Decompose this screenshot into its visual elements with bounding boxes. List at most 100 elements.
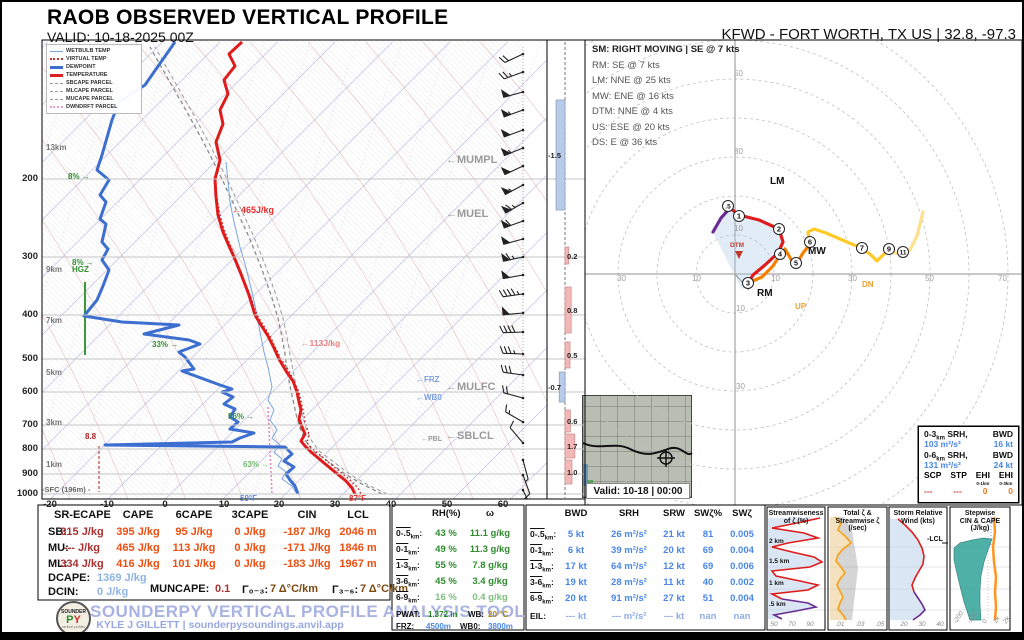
footer-brand: SOUNDERPY VERTICAL PROFILE ANALYSIS TOOL (90, 602, 350, 622)
hodo-ring-label: 50 (925, 274, 934, 283)
shear-cell: 51 (684, 593, 732, 604)
omega-value: -1.5 (535, 151, 561, 160)
shear-cell: 5 kt (552, 529, 600, 540)
thermo-cell: 416 J/kg (110, 558, 166, 570)
panel-xtick: 2k (1002, 621, 1018, 628)
eil-cell: nan (718, 611, 766, 622)
shear-cell: 0.004 (718, 593, 766, 604)
ehi03-value: 0 (1008, 488, 1013, 495)
temperature-tick-label: -20 (37, 499, 63, 510)
pressure-tick-label: 700 (14, 419, 38, 430)
rh-value: 16 % (426, 592, 466, 603)
stp-value: --- (953, 488, 962, 495)
panel-title: CIN & CAPE (950, 518, 1010, 526)
shear-cell: 0.006 (718, 561, 766, 572)
hodo-info-line: RM: SE @ 7 kts (592, 58, 740, 74)
shear-header: SRH (605, 508, 653, 519)
thermo-cell: 113 J/kg (166, 542, 222, 554)
rh-value: 49 % (426, 544, 466, 555)
scp-header: SCP (924, 472, 941, 487)
pressure-tick-label: 200 (14, 173, 38, 184)
dcape-value: 1369 J/kg (97, 572, 147, 584)
pressure-tick-label: 800 (14, 443, 38, 454)
thermo-cell: -187 J/kg (279, 526, 335, 538)
hodo-ring-label: 30 (617, 274, 626, 283)
gamma03-label: Γ₀₋₃: (242, 583, 268, 596)
sounderpy-logo: SOUNDER PY vertical profiles (56, 601, 91, 636)
thermo-cell: 395 J/kg (110, 526, 166, 538)
panel-title: of ζ (%) (767, 518, 825, 526)
mixratio-value: 11.1 g/kg (460, 528, 520, 539)
panel-xtick: 40 (932, 621, 948, 628)
ehi03-header: EHI0-3km (999, 472, 1013, 487)
panel-xtick: .03 (852, 621, 868, 628)
hodo-ring-label: 30 (848, 274, 857, 283)
thermo-header: 3CAPE (222, 509, 278, 521)
shear-cell: 11 kt (650, 577, 698, 588)
layer-range-label: 6-9km: (396, 592, 420, 605)
shear-cell: 27 kt (650, 593, 698, 604)
pressure-tick-label: 900 (14, 468, 38, 479)
panel-xtick: -100 (966, 621, 982, 628)
bwd-0-6-value: 24 kt (994, 460, 1013, 471)
scp-value: --- (924, 488, 933, 495)
srh-0-3-label: 0-3km SRH, (924, 429, 968, 439)
shear-header: BWD (552, 508, 600, 519)
rh-value: 43 % (426, 528, 466, 539)
temperature-tick-label: 60 (490, 499, 516, 510)
thermo-cell: -183 J/kg (279, 558, 335, 570)
thermo-header: 6CAPE (166, 509, 222, 521)
shear-cell: 12 kt (650, 561, 698, 572)
svg-text:5: 5 (794, 259, 798, 268)
footer-credit: KYLE J GILLETT | sounderpysoundings.anvi… (90, 619, 350, 631)
panel-lcl-label: -LCL (927, 536, 943, 543)
temperature-tick-label: 30 (322, 499, 348, 510)
panel-ytick: .5 km (769, 601, 786, 608)
eil-cell: --- kt (650, 611, 698, 622)
shear-cell: 17 kt (552, 561, 600, 572)
thermo-row-label: SB: (48, 526, 67, 538)
eil-cell: --- m²/s² (605, 611, 653, 622)
temperature-tick-label: 10 (211, 499, 237, 510)
shear-cell: 20 kt (552, 593, 600, 604)
panel-title: Streamwiseness (767, 510, 825, 518)
layer-range-label: 3-6km: (530, 577, 554, 590)
thermo-row-label: MU: (48, 542, 69, 554)
hodo-ring-label: 30 (734, 147, 743, 156)
thermo-cell: --- J/kg (54, 542, 110, 554)
thermo-cell: 465 J/kg (110, 542, 166, 554)
frz-value: 4500m (426, 622, 451, 631)
layer-range-label: 6-9km: (530, 593, 554, 606)
srh-0-3-value: 103 m²/s² (924, 439, 961, 450)
svg-text:4: 4 (778, 250, 783, 259)
temperature-tick-label: 20 (266, 499, 292, 510)
frz-label: FRZ: (396, 622, 414, 631)
rh-value: 55 % (426, 560, 466, 571)
eil-label: EIL: (530, 611, 546, 621)
mixratio-value: 3.4 g/kg (460, 576, 520, 587)
location-map-inset (582, 395, 692, 498)
thermo-header: LCL (330, 509, 386, 521)
panel-ytick: 1.5 km (769, 558, 789, 565)
muncape-value: 0.1 (215, 583, 230, 595)
layer-range-label: 1-3km: (396, 560, 420, 573)
thermo-cell: 95 J/kg (166, 526, 222, 538)
panel-xtick: 90 (802, 621, 818, 628)
hodo-info-line: SM: RIGHT MOVING | SE @ 7 kts (592, 42, 740, 58)
shear-cell: 19 kt (552, 577, 600, 588)
panel-xtick: .05 (872, 621, 888, 628)
hodo-motion-label: MW (808, 246, 826, 257)
panel-ytick: 2 km (769, 538, 784, 545)
shear-cell: 69 (684, 561, 732, 572)
thermo-cell: 0 J/kg (222, 542, 278, 554)
hodo-info-line: DTM: NNE @ 4 kts (592, 104, 740, 120)
panel-title: Streamwise ζ (828, 518, 887, 526)
srh-0-6-label: 0-6km SRH, (924, 450, 968, 460)
thermo-cell: 0 J/kg (222, 558, 278, 570)
dcape-label: DCAPE: (48, 572, 90, 584)
thermo-header: SR-ECAPE (54, 509, 110, 521)
panel-title: Wind (kts) (889, 518, 947, 526)
thermo-cell: 2046 m (330, 526, 386, 538)
hodo-ring-label: 10 (692, 274, 701, 283)
panel-xtick: 50 (766, 621, 782, 628)
